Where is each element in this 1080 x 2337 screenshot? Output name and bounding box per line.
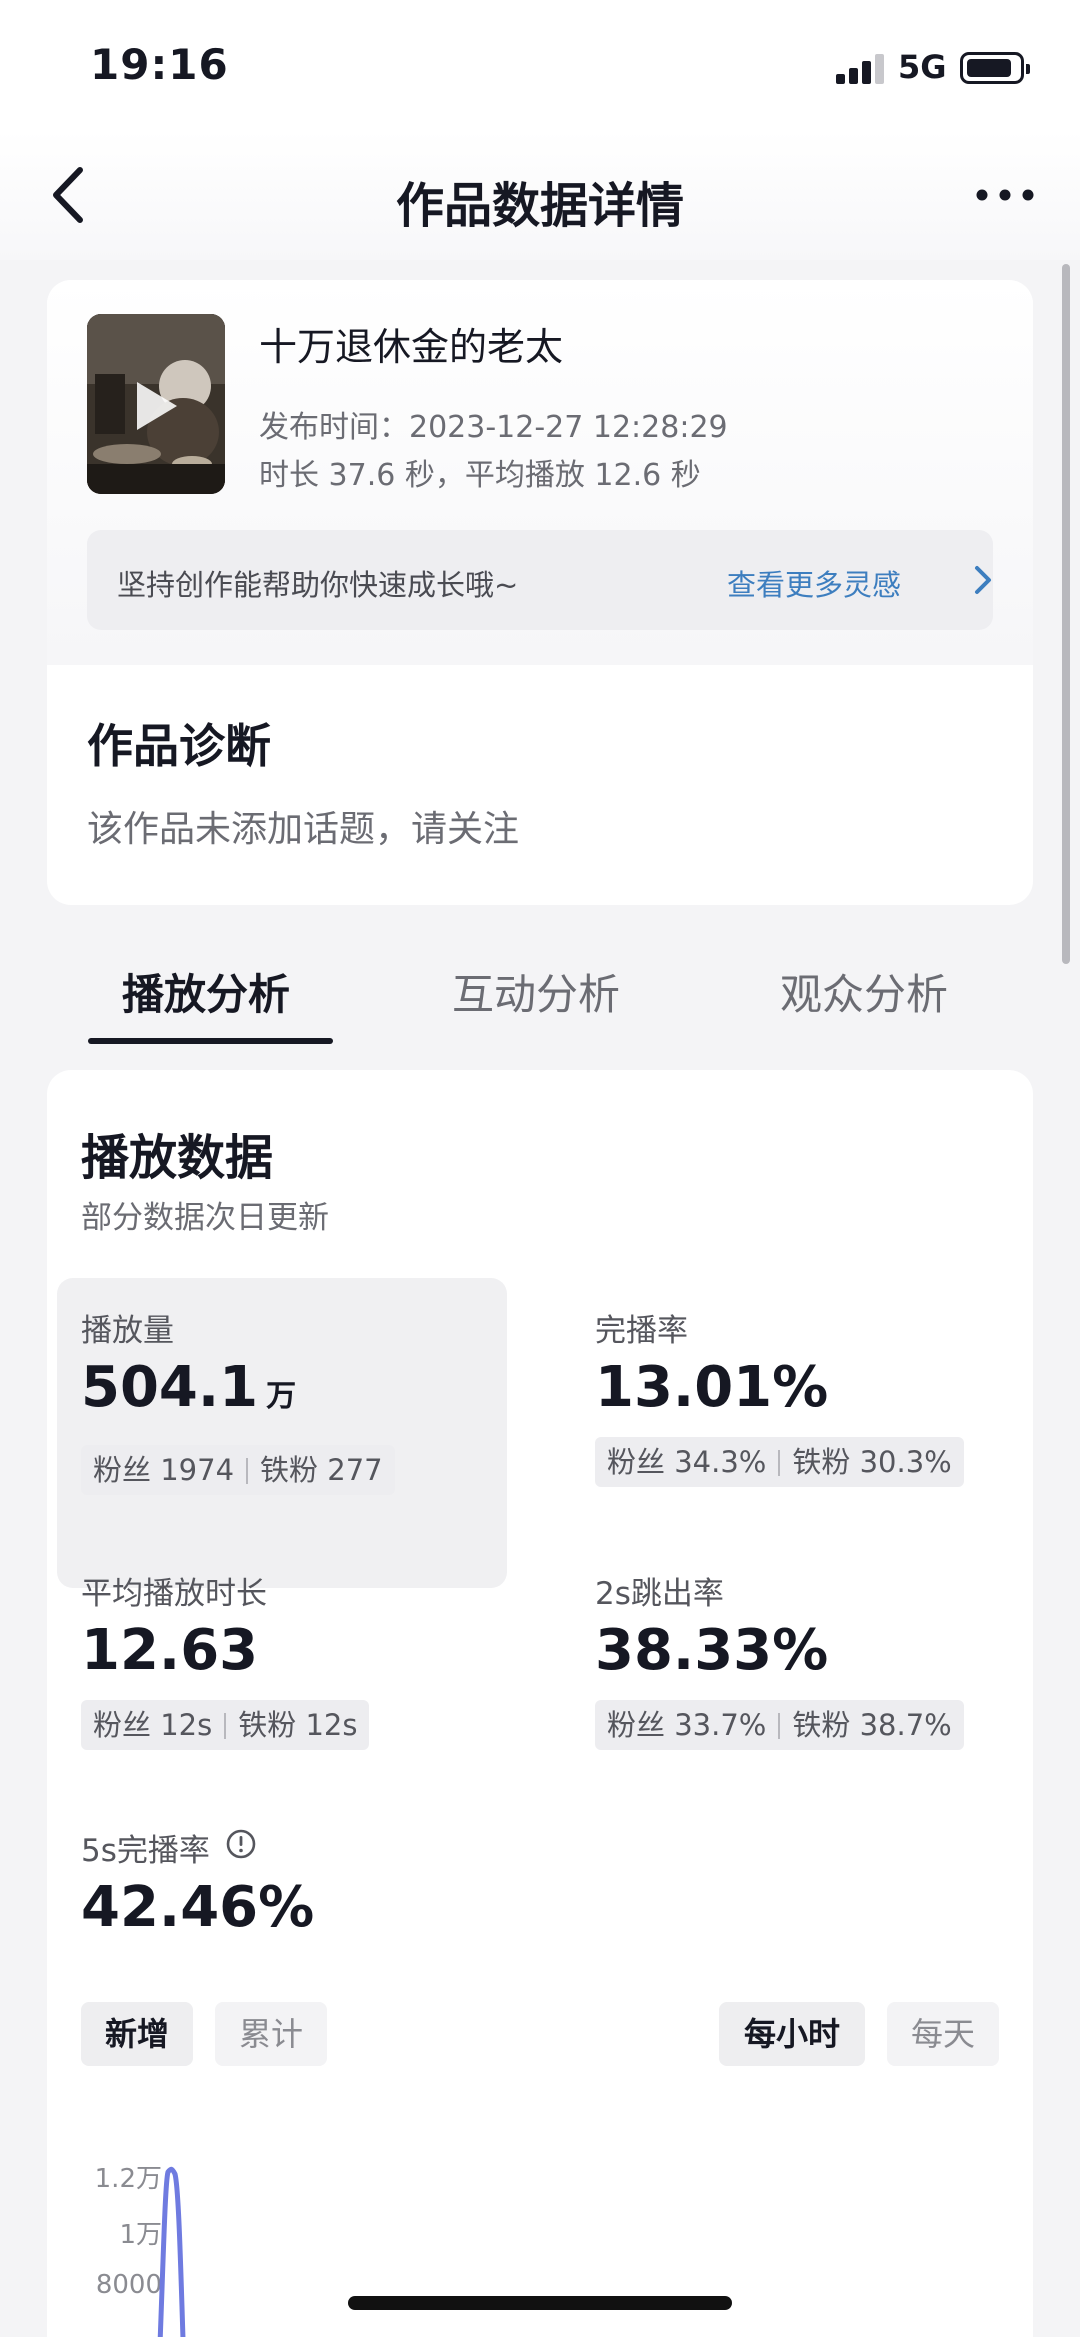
diagnosis-text: 该作品未添加话题，请关注 xyxy=(87,809,520,850)
play-icon xyxy=(137,382,177,430)
completion-5s-label: 5s完播率 xyxy=(81,1833,210,1869)
series-line xyxy=(157,2166,186,2337)
segment-hourly[interactable]: 每小时 xyxy=(719,2002,865,2066)
completion-value: 13.01% xyxy=(595,1355,829,1420)
segment-daily[interactable]: 每天 xyxy=(887,2002,999,2066)
completion-5s-value: 42.46% xyxy=(81,1875,315,1940)
info-icon[interactable] xyxy=(225,1828,257,1860)
network-label: 5G xyxy=(898,48,947,86)
more-inspiration-link[interactable]: 查看更多灵感 xyxy=(727,562,901,604)
plays-value: 504.1 万 xyxy=(81,1355,297,1420)
scrollbar[interactable] xyxy=(1062,264,1070,964)
bounce-2s-value: 38.33% xyxy=(595,1618,829,1683)
play-data-subtitle: 部分数据次日更新 xyxy=(81,1200,329,1236)
analysis-tabs: 播放分析 互动分析 观众分析 xyxy=(0,955,1080,1055)
status-bar: 19:16 5G xyxy=(0,0,1080,130)
active-tab-indicator xyxy=(88,1038,333,1044)
nav-bar: 作品数据详情 xyxy=(0,130,1080,260)
home-indicator[interactable] xyxy=(348,2296,732,2310)
tab-audience-analysis[interactable]: 观众分析 xyxy=(780,961,948,1022)
bounce-2s-fans-pill: 粉丝 33.7% 铁粉 38.7% xyxy=(595,1700,964,1750)
bounce-2s-label: 2s跳出率 xyxy=(595,1576,724,1612)
avg-duration-label: 平均播放时长 xyxy=(81,1576,267,1612)
publish-time: 发布时间：2023-12-27 12:28:29 xyxy=(259,410,728,445)
video-card: 十万退休金的老太 发布时间：2023-12-27 12:28:29 时长 37.… xyxy=(47,280,1033,905)
segment-cumulative[interactable]: 累计 xyxy=(215,2002,327,2066)
more-icon xyxy=(976,189,1034,201)
inspiration-tip[interactable]: 坚持创作能帮助你快速成长哦~ 查看更多灵感 xyxy=(87,530,993,630)
more-button[interactable] xyxy=(970,170,1040,220)
tab-interaction-analysis[interactable]: 互动分析 xyxy=(452,961,620,1022)
diagnosis-title: 作品诊断 xyxy=(87,719,271,773)
video-thumbnail[interactable] xyxy=(87,314,225,494)
avg-duration-value: 12.63 xyxy=(81,1618,259,1683)
chevron-right-icon xyxy=(975,566,991,594)
plays-fans-pill: 粉丝 1974 铁粉 277 xyxy=(81,1445,395,1495)
video-title: 十万退休金的老太 xyxy=(259,325,564,369)
avg-duration-fans-pill: 粉丝 12s 铁粉 12s xyxy=(81,1700,370,1750)
play-data-title: 播放数据 xyxy=(81,1130,274,1186)
tab-play-analysis[interactable]: 播放分析 xyxy=(122,961,290,1022)
plays-label: 播放量 xyxy=(81,1313,174,1349)
completion-label: 完播率 xyxy=(595,1313,688,1349)
segment-new[interactable]: 新增 xyxy=(81,2002,193,2066)
plays-unit: 万 xyxy=(266,1379,297,1414)
play-data-card: 播放数据 部分数据次日更新 播放量 504.1 万 粉丝 1974 铁粉 277 完… xyxy=(47,1070,1033,2337)
status-time: 19:16 xyxy=(90,40,229,89)
completion-fans-pill: 粉丝 34.3% 铁粉 30.3% xyxy=(595,1437,964,1487)
tip-text: 坚持创作能帮助你快速成长哦~ xyxy=(117,568,519,602)
duration-info: 时长 37.6 秒，平均播放 12.6 秒 xyxy=(259,458,701,493)
signal-icon xyxy=(836,52,886,84)
battery-icon xyxy=(960,52,1030,84)
page-title: 作品数据详情 xyxy=(395,178,684,234)
